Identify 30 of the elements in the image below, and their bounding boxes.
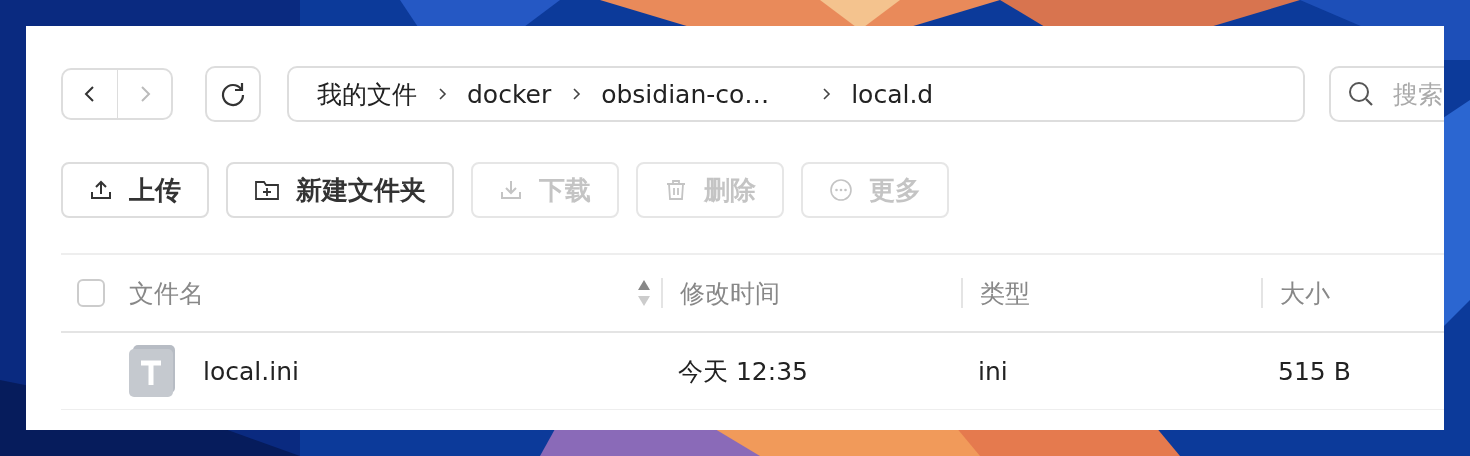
breadcrumb-link[interactable]: docker: [467, 79, 552, 109]
search-field[interactable]: 搜索: [1329, 66, 1444, 122]
file-name[interactable]: local.ini: [203, 356, 299, 386]
breadcrumb-link[interactable]: 我的文件: [317, 77, 417, 111]
column-header[interactable]: 修改时间: [680, 276, 780, 310]
folder-plus-icon: [254, 178, 280, 202]
back-icon: [83, 84, 97, 104]
select-all-checkbox[interactable]: [77, 279, 105, 307]
breadcrumb-link[interactable]: local.d: [851, 79, 934, 109]
download-icon: [499, 178, 523, 202]
text-file-icon: [129, 345, 177, 397]
chevron-icon: [821, 87, 832, 101]
refresh-button[interactable]: [205, 66, 261, 122]
toolbar-button[interactable]: 上传: [61, 162, 209, 218]
refresh-icon: [219, 80, 247, 108]
column-header[interactable]: 文件名: [129, 276, 204, 310]
chevron-icon: [571, 87, 582, 101]
column-header[interactable]: 大小: [1280, 276, 1330, 310]
upload-icon: [89, 178, 113, 202]
breadcrumb-link[interactable]: obsidian-co…: [601, 79, 802, 109]
sort-icon[interactable]: [637, 278, 651, 308]
table-cell: ini: [978, 356, 1008, 386]
table-cell: 515 B: [1278, 356, 1351, 386]
trash-icon: [664, 178, 688, 202]
search-icon: [1347, 80, 1375, 108]
toolbar-button[interactable]: 新建文件夹: [226, 162, 454, 218]
table-cell-text: 今天 12:35: [678, 355, 808, 388]
more-icon: [829, 178, 853, 202]
chevron-icon: [437, 87, 447, 101]
column-header[interactable]: 类型: [980, 276, 1030, 310]
